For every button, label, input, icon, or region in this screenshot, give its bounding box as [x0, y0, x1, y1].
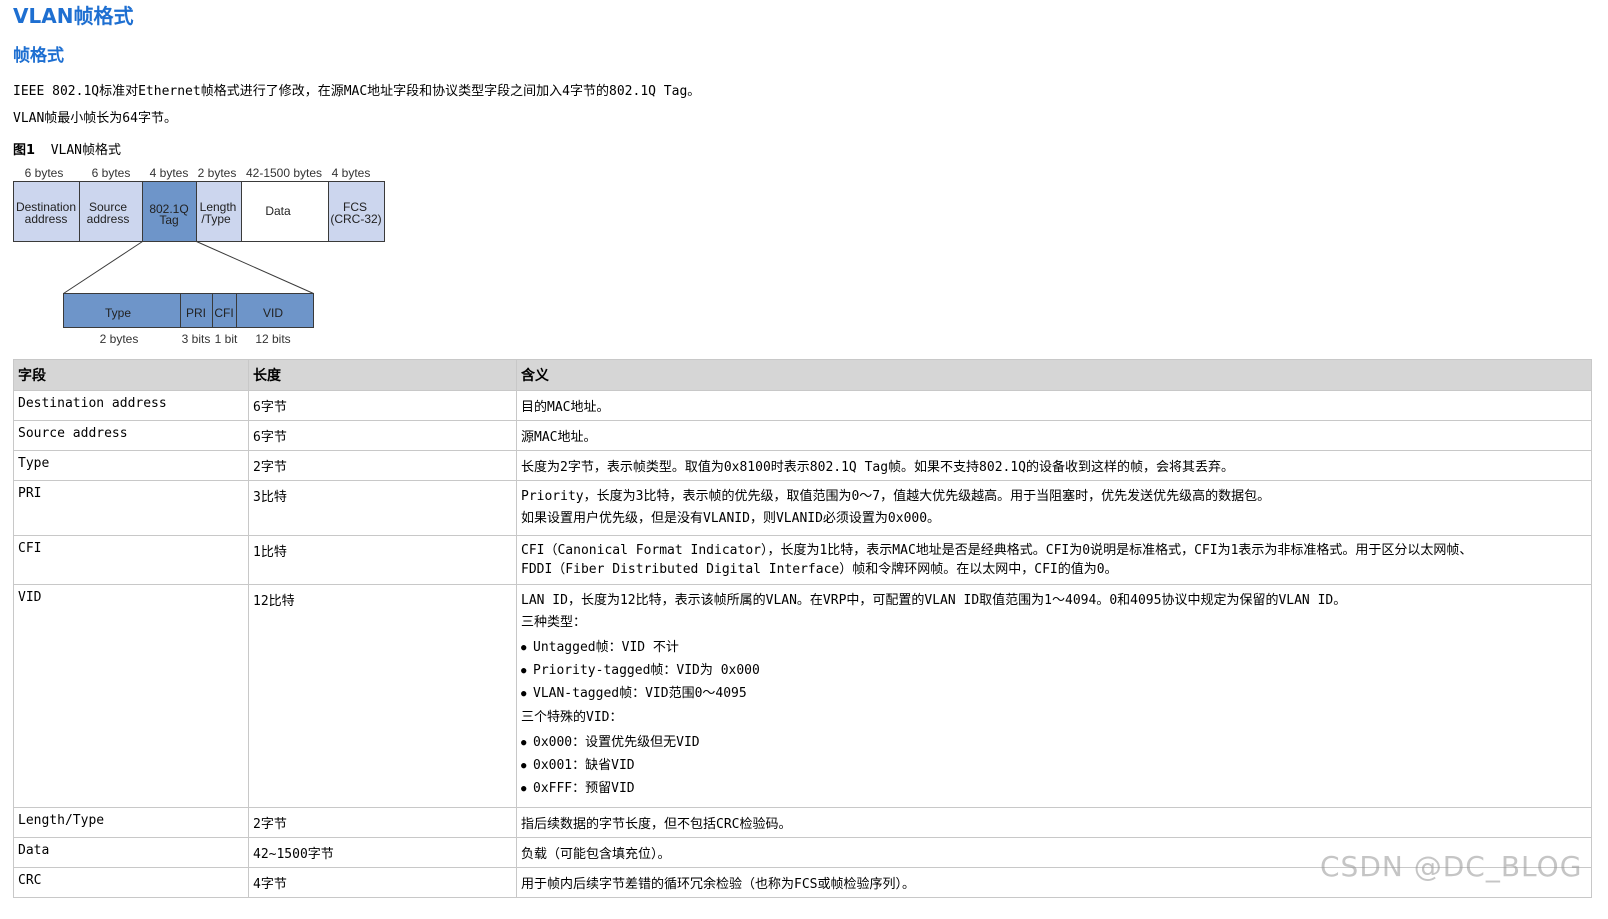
cell-field: CRC [13, 867, 249, 898]
cell-meaning: 源MAC地址。 [516, 420, 1592, 451]
cell-meaning: Priority，长度为3比特，表示帧的优先级，取值范围为0～7，值越大优先级越… [516, 480, 1592, 536]
special-list: 0x000：设置优先级但无VID 0x001：缺省VID 0xFFF：预留VID [521, 731, 1587, 801]
table-row: Type 2字节 长度为2字节，表示帧类型。取值为0x8100时表示802.1Q… [13, 450, 1592, 481]
types-heading: 三种类型： [521, 615, 587, 630]
table-row: Destination address 6字节 目的MAC地址。 [13, 390, 1592, 421]
cell-field: Type [13, 450, 249, 481]
watermark: CSDN @DC_BLOG [1320, 850, 1583, 883]
table-row: CFI 1比特 CFI（Canonical Format Indicator），… [13, 535, 1592, 585]
size-label-5: 4 bytes [332, 166, 371, 180]
cell-field: CFI [13, 535, 249, 585]
meaning-line: LAN ID，长度为12比特，表示该帧所属的VLAN。在VRP中，可配置的VLA… [521, 593, 1347, 608]
figure-caption: 图1 VLAN帧格式 [13, 139, 121, 158]
intro-paragraph-2: VLAN帧最小帧长为64字节。 [13, 111, 177, 126]
cell-meaning: CFI（Canonical Format Indicator），长度为1比特，表… [516, 535, 1592, 585]
cell-length: 2字节 [248, 807, 517, 838]
cell-field: Length/Type [13, 807, 249, 838]
page-title: VLAN帧格式 [13, 4, 134, 28]
size-label-2: 4 bytes [150, 166, 189, 180]
cell-field: VID [13, 584, 249, 808]
tag-label-cfi: CFI [214, 306, 233, 320]
meaning-line: FDDI（Fiber Distributed Digital Interface… [521, 562, 1118, 577]
section-heading: 帧格式 [13, 46, 64, 66]
cell-length: 6字节 [248, 390, 517, 421]
header-meaning: 含义 [516, 359, 1592, 391]
size-label-3: 2 bytes [198, 166, 237, 180]
field-label-3b: /Type [201, 212, 231, 226]
cell-length: 3比特 [248, 480, 517, 536]
tag-size-pri: 3 bits [182, 332, 211, 346]
list-item: 0x001：缺省VID [521, 754, 1587, 778]
meaning-line: CFI（Canonical Format Indicator），长度为1比特，表… [521, 543, 1473, 558]
cell-field: PRI [13, 480, 249, 536]
expand-line-left [63, 241, 143, 294]
cell-length: 12比特 [248, 584, 517, 808]
field-label-5b: (CRC-32) [330, 212, 381, 226]
field-label-4a: Data [265, 204, 291, 218]
types-list: Untagged帧：VID 不计 Priority-tagged帧：VID为 0… [521, 636, 1587, 706]
cell-length: 6字节 [248, 420, 517, 451]
size-label-1: 6 bytes [92, 166, 131, 180]
size-label-4: 42-1500 bytes [246, 166, 322, 180]
special-heading: 三个特殊的VID： [521, 710, 623, 725]
list-item: Untagged帧：VID 不计 [521, 636, 1587, 660]
field-table: 字段 长度 含义 Destination address 6字节 目的MAC地址… [13, 359, 1592, 898]
table-row: VID 12比特 LAN ID，长度为12比特，表示该帧所属的VLAN。在VRP… [13, 584, 1592, 808]
table-row: PRI 3比特 Priority，长度为3比特，表示帧的优先级，取值范围为0～7… [13, 480, 1592, 536]
tag-size-type: 2 bytes [100, 332, 139, 346]
cell-field: Source address [13, 420, 249, 451]
field-label-2b: Tag [159, 213, 178, 227]
list-item: Priority-tagged帧：VID为 0x000 [521, 659, 1587, 683]
tag-label-pri: PRI [186, 306, 206, 320]
tag-label-vid: VID [263, 306, 283, 320]
field-label-1b: address [87, 212, 130, 226]
expand-line-right [196, 241, 314, 294]
meaning-line: Priority，长度为3比特，表示帧的优先级，取值范围为0～7，值越大优先级越… [521, 489, 1271, 504]
header-length: 长度 [248, 359, 517, 391]
meaning-line: 如果设置用户优先级，但是没有VLANID，则VLANID必须设置为0x000。 [521, 511, 941, 526]
table-row: Source address 6字节 源MAC地址。 [13, 420, 1592, 451]
cell-meaning: 长度为2字节，表示帧类型。取值为0x8100时表示802.1Q Tag帧。如果不… [516, 450, 1592, 481]
figure-label: 图1 [13, 143, 36, 158]
list-item: 0x000：设置优先级但无VID [521, 731, 1587, 755]
cell-length: 42~1500字节 [248, 837, 517, 868]
intro-paragraph-1: IEEE 802.1Q标准对Ethernet帧格式进行了修改，在源MAC地址字段… [13, 84, 701, 99]
vlan-frame-diagram: 6 bytes 6 bytes 4 bytes 2 bytes 42-1500 … [13, 166, 385, 346]
tag-label-type: Type [105, 306, 131, 320]
list-item: VLAN-tagged帧：VID范围0～4095 [521, 682, 1587, 706]
cell-meaning: 指后续数据的字节长度，但不包括CRC检验码。 [516, 807, 1592, 838]
table-row: Length/Type 2字节 指后续数据的字节长度，但不包括CRC检验码。 [13, 807, 1592, 838]
tag-size-vid: 12 bits [255, 332, 290, 346]
list-item: 0xFFF：预留VID [521, 777, 1587, 801]
cell-meaning: 目的MAC地址。 [516, 390, 1592, 421]
figure-title: VLAN帧格式 [50, 143, 122, 158]
cell-length: 4字节 [248, 867, 517, 898]
header-field: 字段 [13, 359, 249, 391]
cell-field: Destination address [13, 390, 249, 421]
cell-meaning: LAN ID，长度为12比特，表示该帧所属的VLAN。在VRP中，可配置的VLA… [516, 584, 1592, 808]
table-header-row: 字段 长度 含义 [13, 359, 1592, 391]
cell-field: Data [13, 837, 249, 868]
field-label-0b: address [25, 212, 68, 226]
cell-length: 1比特 [248, 535, 517, 585]
size-label-0: 6 bytes [25, 166, 64, 180]
tag-size-cfi: 1 bit [215, 332, 238, 346]
cell-length: 2字节 [248, 450, 517, 481]
field-table-wrapper: 字段 长度 含义 Destination address 6字节 目的MAC地址… [13, 359, 1592, 898]
